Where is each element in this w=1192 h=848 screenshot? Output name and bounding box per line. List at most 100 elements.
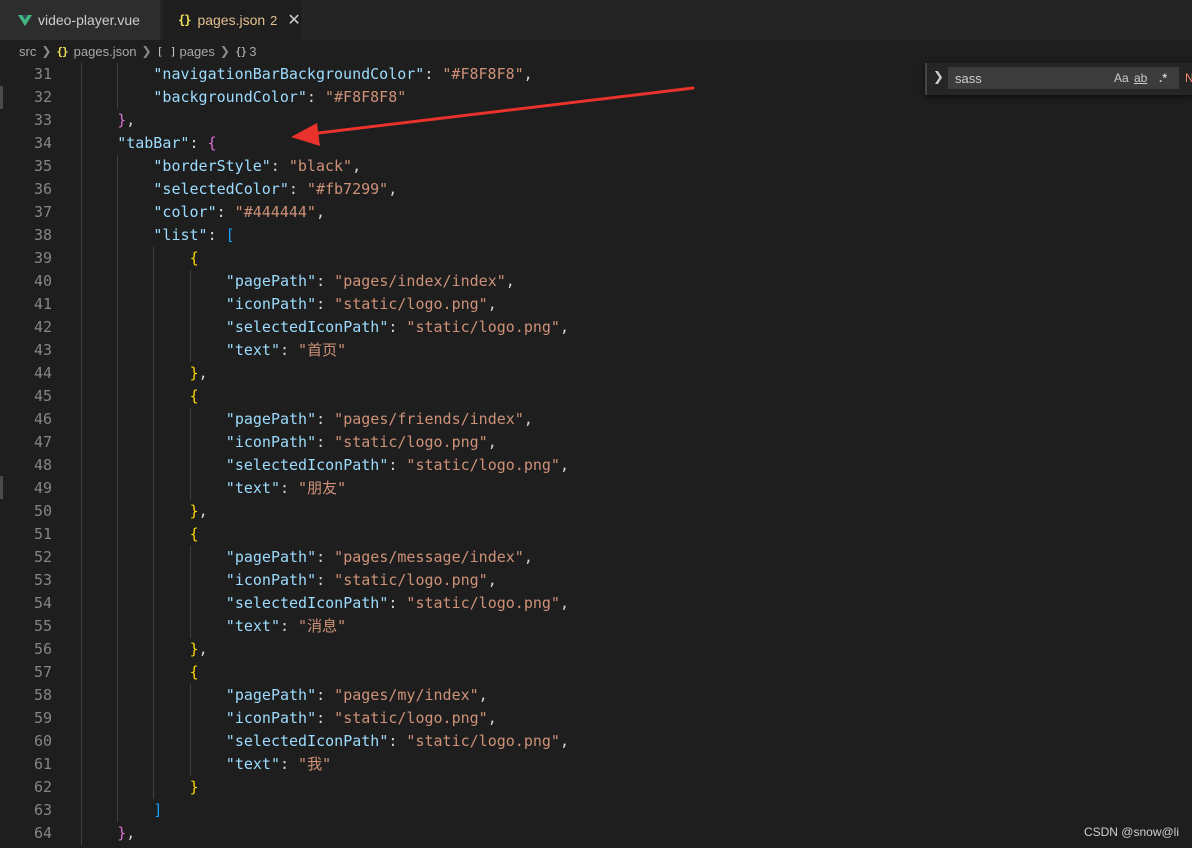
- code-line[interactable]: 62}: [0, 776, 1192, 799]
- indent-guide: [81, 86, 82, 109]
- code-text: "tabBar": {: [117, 132, 216, 155]
- code-line[interactable]: 51 {: [0, 523, 1192, 546]
- indent-guide: [189, 592, 191, 615]
- code-token: :: [189, 134, 208, 152]
- code-line[interactable]: 52 "pagePath": "pages/message/index",: [0, 546, 1192, 569]
- code-line[interactable]: 49 "text": "朋友": [0, 477, 1192, 500]
- code-line[interactable]: 33},: [0, 109, 1192, 132]
- code-line[interactable]: 46 "pagePath": "pages/friends/index",: [0, 408, 1192, 431]
- code-token: :: [316, 272, 335, 290]
- indent-guide: [81, 615, 82, 638]
- code-token: "iconPath": [225, 295, 317, 313]
- code-line[interactable]: 64},: [0, 822, 1192, 845]
- code-token: ,: [523, 410, 533, 428]
- code-line[interactable]: 57 {: [0, 661, 1192, 684]
- code-line[interactable]: 60 "selectedIconPath": "static/logo.png",: [0, 730, 1192, 753]
- indent-guide: [81, 293, 82, 316]
- line-number: 56: [33, 640, 52, 658]
- code-token: }: [189, 640, 199, 658]
- indent-guide: [81, 546, 82, 569]
- code-line[interactable]: 58 "pagePath": "pages/my/index",: [0, 684, 1192, 707]
- find-widget: ❯ Aa ab .* N: [925, 63, 1192, 95]
- code-line[interactable]: 47 "iconPath": "static/logo.png",: [0, 431, 1192, 454]
- code-line[interactable]: 48 "selectedIconPath": "static/logo.png",: [0, 454, 1192, 477]
- line-number: 34: [33, 134, 52, 152]
- code-line[interactable]: 59 "iconPath": "static/logo.png",: [0, 707, 1192, 730]
- code-text: "iconPath": "static/logo.png",: [226, 293, 497, 316]
- code-token: "#F8F8F8": [324, 88, 407, 106]
- code-token: "pages/friends/index": [334, 410, 524, 428]
- code-line[interactable]: 56},: [0, 638, 1192, 661]
- code-line[interactable]: 39 {: [0, 247, 1192, 270]
- indent-guide: [153, 293, 155, 316]
- code-token: "tabBar": [117, 134, 190, 152]
- breadcrumb-src[interactable]: src: [19, 44, 36, 59]
- code-token: "static/logo.png": [334, 709, 488, 727]
- code-text: },: [117, 109, 135, 132]
- code-token: :: [316, 295, 335, 313]
- code-text: "iconPath": "static/logo.png",: [226, 431, 497, 454]
- code-line[interactable]: 50},: [0, 500, 1192, 523]
- indent-guide: [117, 385, 119, 408]
- code-line[interactable]: 44},: [0, 362, 1192, 385]
- code-line[interactable]: 42 "selectedIconPath": "static/logo.png",: [0, 316, 1192, 339]
- code-token: {: [189, 387, 199, 405]
- match-case-toggle[interactable]: Aa: [1114, 71, 1129, 85]
- code-line[interactable]: 53 "iconPath": "static/logo.png",: [0, 569, 1192, 592]
- breadcrumb-pages[interactable]: pages: [179, 44, 214, 59]
- code-token: {: [189, 249, 199, 267]
- code-line[interactable]: 43 "text": "首页": [0, 339, 1192, 362]
- indent-guide: [117, 270, 119, 293]
- code-line[interactable]: 34 "tabBar": {: [0, 132, 1192, 155]
- indent-guide: [117, 316, 119, 339]
- code-line[interactable]: 35 "borderStyle": "black",: [0, 155, 1192, 178]
- code-token: ,: [198, 364, 208, 382]
- code-token: :: [207, 226, 226, 244]
- code-token: ,: [352, 157, 362, 175]
- code-token: :: [316, 410, 335, 428]
- close-icon[interactable]: ✕: [287, 10, 300, 30]
- tab-pages-json[interactable]: {} pages.json 2 ✕: [162, 0, 302, 40]
- code-line[interactable]: 54 "selectedIconPath": "static/logo.png",: [0, 592, 1192, 615]
- code-line[interactable]: 37 "color": "#444444",: [0, 201, 1192, 224]
- toggle-replace-chevron-icon[interactable]: ❯: [933, 70, 944, 85]
- breadcrumb-pages-json[interactable]: pages.json: [74, 44, 137, 59]
- indent-guide: [117, 63, 119, 86]
- code-line[interactable]: 61 "text": "我": [0, 753, 1192, 776]
- code-line[interactable]: 55 "text": "消息": [0, 615, 1192, 638]
- watermark-text: CSDN @snow@li: [1083, 825, 1179, 839]
- code-token: }: [117, 824, 127, 842]
- indent-guide: [189, 546, 191, 569]
- indent-guide: [81, 454, 82, 477]
- indent-guide: [117, 707, 119, 730]
- find-result-text: N: [1185, 71, 1192, 85]
- indent-guide: [153, 477, 155, 500]
- code-line[interactable]: 41 "iconPath": "static/logo.png",: [0, 293, 1192, 316]
- code-token: :: [316, 548, 335, 566]
- code-line[interactable]: 45 {: [0, 385, 1192, 408]
- code-line[interactable]: 38 "list": [: [0, 224, 1192, 247]
- json-braces-icon: {}: [178, 13, 191, 27]
- code-token: "我": [298, 755, 332, 773]
- code-token: "首页": [298, 341, 347, 359]
- code-token: {: [207, 134, 217, 152]
- breadcrumb-index-3[interactable]: 3: [249, 44, 256, 59]
- indent-guide: [81, 753, 82, 776]
- indent-guide: [153, 730, 155, 753]
- indent-guide: [117, 684, 119, 707]
- json-braces-icon: {}: [56, 44, 68, 58]
- indent-guide: [153, 247, 155, 270]
- tab-video-player-vue[interactable]: video-player.vue: [0, 0, 161, 40]
- code-line[interactable]: 36 "selectedColor": "#fb7299",: [0, 178, 1192, 201]
- code-editor[interactable]: 31 "navigationBarBackgroundColor": "#F8F8…: [0, 63, 1192, 848]
- indent-guide: [81, 638, 82, 661]
- use-regex-toggle[interactable]: .*: [1159, 71, 1167, 85]
- indent-guide: [81, 730, 82, 753]
- match-whole-word-toggle[interactable]: ab: [1134, 71, 1147, 85]
- code-line[interactable]: 40 "pagePath": "pages/index/index",: [0, 270, 1192, 293]
- indent-guide: [117, 86, 119, 109]
- line-number: 51: [33, 525, 52, 543]
- indent-guide: [81, 201, 82, 224]
- code-token: :: [388, 456, 407, 474]
- code-line[interactable]: 63]: [0, 799, 1192, 822]
